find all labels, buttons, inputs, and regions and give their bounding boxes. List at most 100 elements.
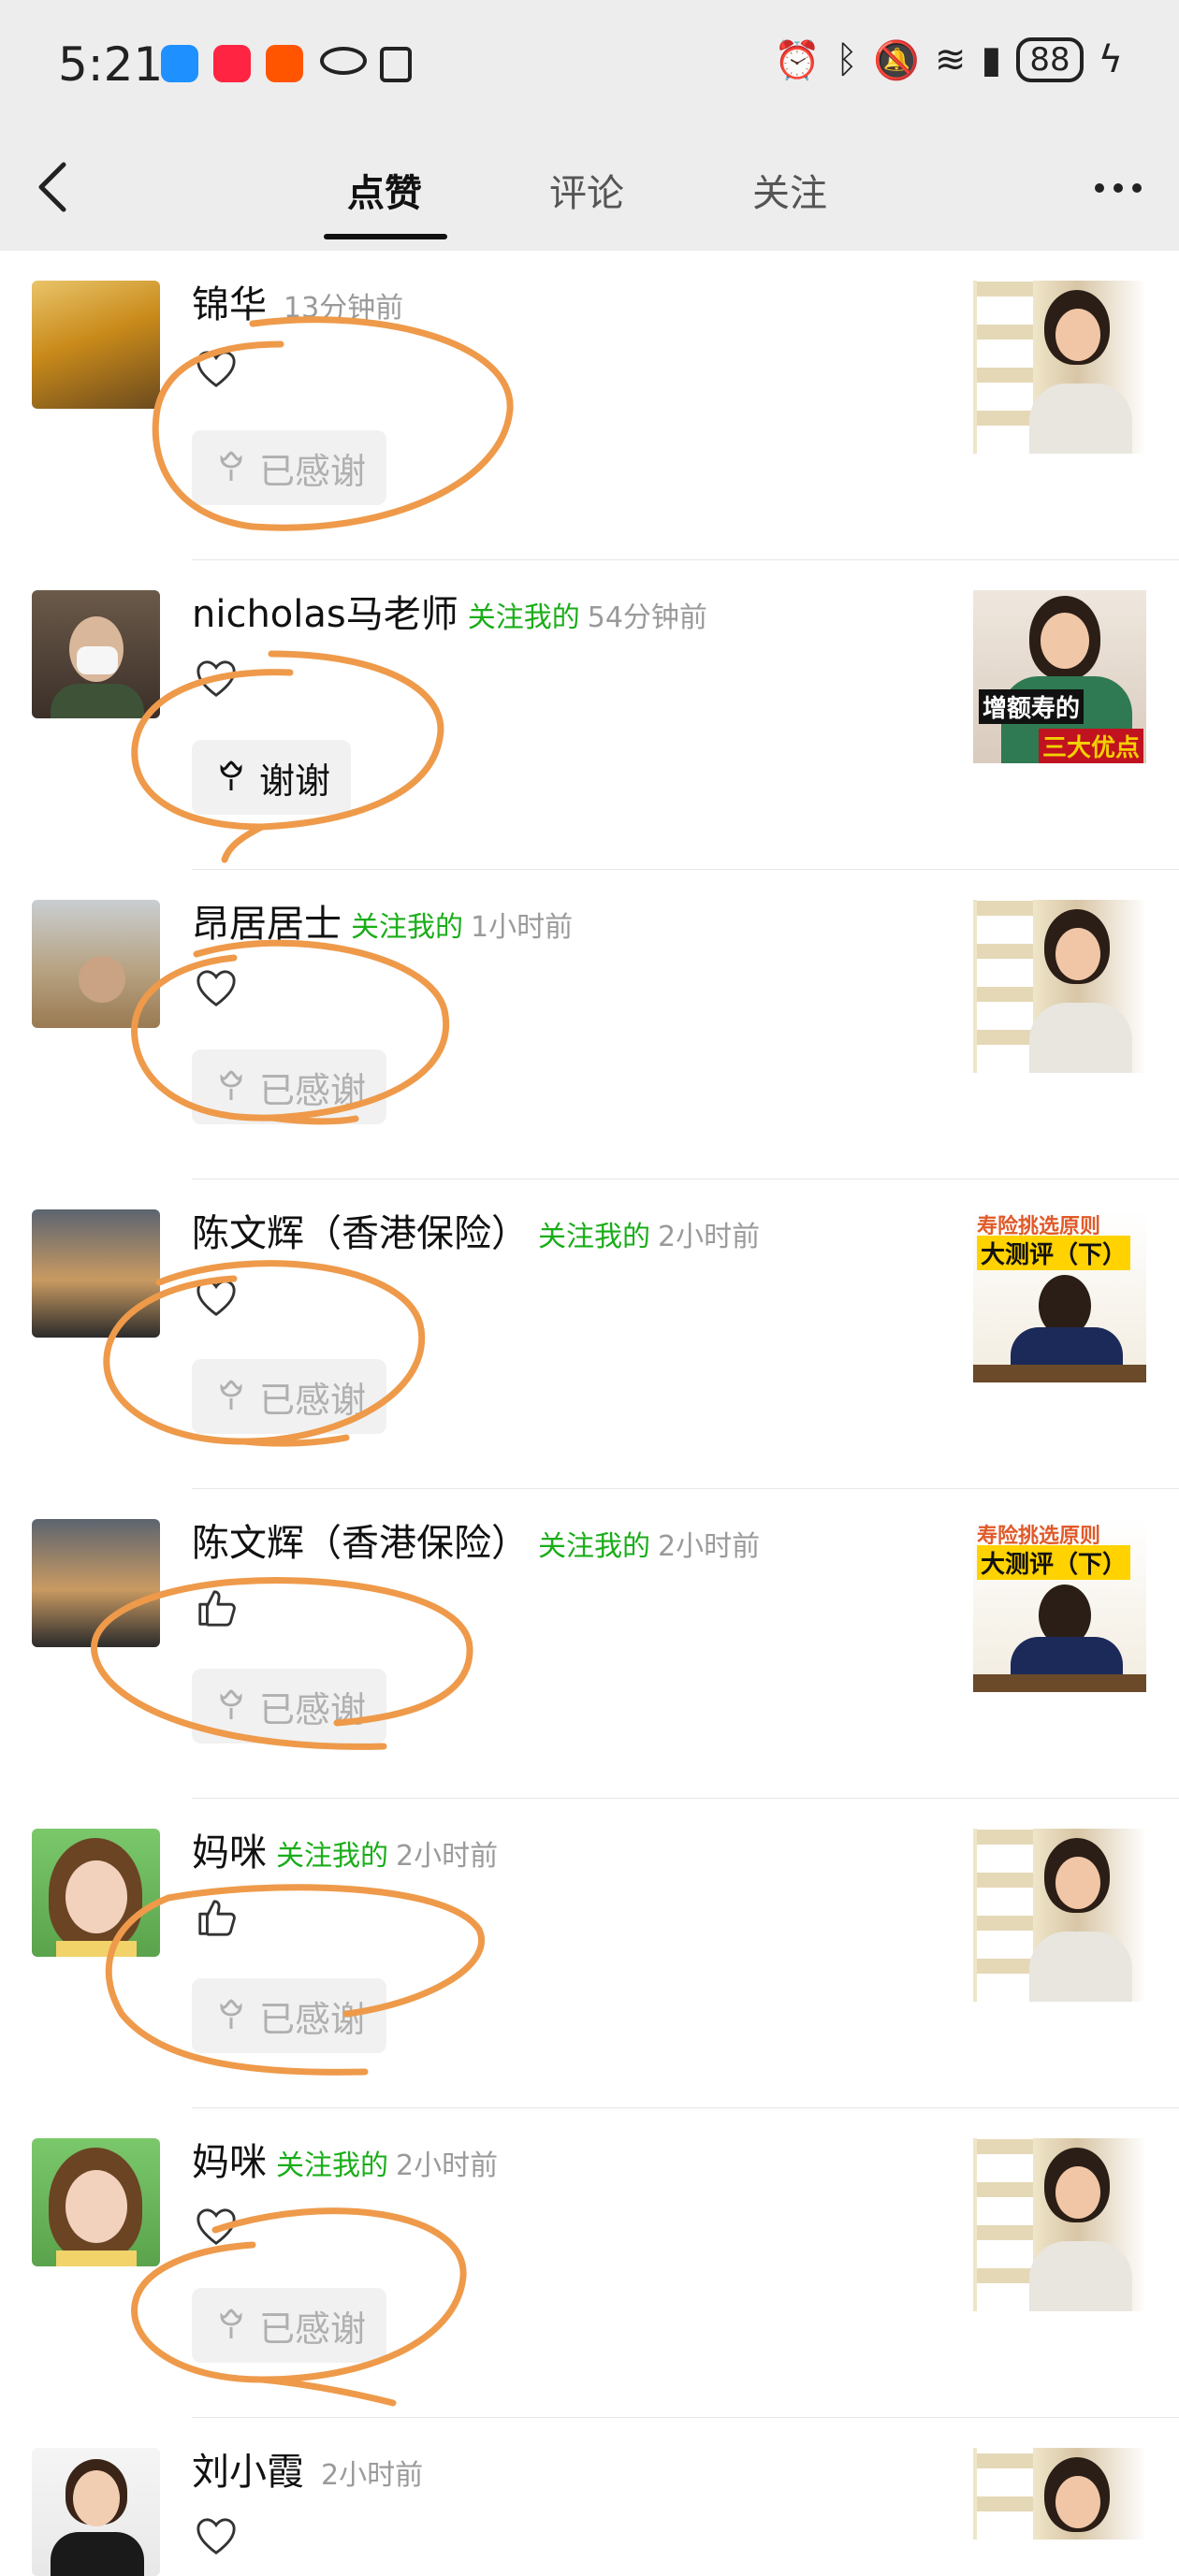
timestamp: 2小时前: [658, 1530, 761, 1563]
more-menu-icon[interactable]: [1095, 183, 1142, 193]
heart-icon: [196, 660, 236, 698]
timestamp: 2小时前: [321, 2459, 424, 2492]
avatar[interactable]: [32, 900, 160, 1028]
nav-bar: 点赞 评论 关注: [0, 131, 1179, 251]
follow-badge: 关注我的: [276, 1840, 388, 1873]
tab-likes[interactable]: 点赞: [347, 163, 422, 217]
xiaohongshu-icon: [213, 45, 251, 82]
heart-icon: [196, 1280, 236, 1317]
avatar[interactable]: [32, 1829, 160, 1957]
thanks-button[interactable]: 已感谢: [192, 430, 387, 505]
user-name[interactable]: 陈文辉（香港保险）: [192, 1522, 529, 1565]
thumbnail-caption: 大测评（下）: [977, 1236, 1131, 1270]
thanks-button[interactable]: 已感谢: [192, 1978, 387, 2053]
mute-icon: 🔕: [873, 38, 920, 82]
user-name[interactable]: 妈咪: [192, 1831, 267, 1874]
timestamp: 2小时前: [658, 1221, 761, 1253]
thanks-button[interactable]: 谢谢: [192, 740, 352, 815]
video-thumbnail[interactable]: 增额寿的 三大优点: [973, 590, 1146, 763]
follow-badge: 关注我的: [351, 911, 463, 944]
flower-icon: [220, 1070, 242, 1100]
tab-comments[interactable]: 评论: [549, 163, 624, 217]
thanks-button[interactable]: 已感谢: [192, 1359, 387, 1434]
user-name[interactable]: 刘小霞: [192, 2451, 304, 2494]
thanks-label: 已感谢: [259, 1379, 367, 1421]
timestamp: 2小时前: [396, 2149, 499, 2182]
bluetooth-icon: ᛒ: [836, 38, 858, 81]
hand-drawn-circle: [152, 316, 514, 531]
heart-icon: [196, 970, 236, 1007]
user-name[interactable]: 锦华: [192, 283, 267, 326]
battery-icon: 88: [1016, 37, 1084, 82]
avatar[interactable]: [32, 590, 160, 718]
user-name[interactable]: nicholas马老师: [192, 593, 458, 636]
list-item[interactable]: 昂居居士 关注我的 1小时前 已感谢: [0, 870, 1179, 1179]
thanks-button[interactable]: 已感谢: [192, 1669, 387, 1744]
user-name[interactable]: 妈咪: [192, 2141, 267, 2184]
tab-follows[interactable]: 关注: [752, 163, 827, 217]
thanks-button[interactable]: 已感谢: [192, 1049, 387, 1124]
list-item[interactable]: 妈咪 关注我的 2小时前 已感谢: [0, 1799, 1179, 2108]
follow-badge: 关注我的: [467, 601, 580, 634]
heart-icon: [196, 351, 236, 388]
timestamp: 2小时前: [396, 1840, 499, 1873]
video-thumbnail[interactable]: [973, 900, 1146, 1073]
list-item[interactable]: 锦华 13分钟前 已感谢: [0, 251, 1179, 560]
charging-icon: ϟ: [1098, 38, 1123, 81]
timestamp: 1小时前: [471, 911, 574, 944]
user-name[interactable]: 陈文辉（香港保险）: [192, 1212, 529, 1255]
list-item[interactable]: 刘小霞 2小时前: [0, 2418, 1179, 2576]
video-thumbnail[interactable]: [973, 2138, 1146, 2311]
thumbnail-caption: 三大优点: [1039, 729, 1144, 763]
list-item[interactable]: 陈文辉（香港保险） 关注我的 2小时前 已感谢 寿险挑选原则 大测评（下）: [0, 1179, 1179, 1489]
timestamp: 54分钟前: [587, 601, 707, 634]
avatar[interactable]: [32, 281, 160, 409]
follow-badge: 关注我的: [538, 1221, 650, 1253]
list-item[interactable]: 陈文辉（香港保险） 关注我的 2小时前 已感谢 寿险挑选原则 大测评（下）: [0, 1489, 1179, 1799]
follow-badge: 关注我的: [538, 1530, 650, 1563]
heart-icon: [196, 2208, 236, 2246]
thumbnail-caption: 增额寿的: [979, 689, 1084, 724]
video-thumbnail[interactable]: 寿险挑选原则 大测评（下）: [973, 1519, 1146, 1692]
thumbnail-caption: 大测评（下）: [977, 1545, 1131, 1580]
status-bar: 5:21 ⏰ ᛒ 🔕 ≋ ▮ 88 ϟ: [0, 0, 1179, 131]
thanks-label: 已感谢: [259, 450, 367, 492]
thanks-label: 已感谢: [259, 1069, 367, 1111]
list-item[interactable]: 妈咪 关注我的 2小时前 已感谢: [0, 2108, 1179, 2418]
back-arrow-icon[interactable]: [34, 159, 71, 215]
flower-icon: [220, 2308, 242, 2338]
avatar[interactable]: [32, 1519, 160, 1647]
flower-icon: [220, 1689, 242, 1719]
list-item[interactable]: nicholas马老师 关注我的 54分钟前 谢谢 增额寿的 三大优点: [0, 560, 1179, 870]
likes-list: 锦华 13分钟前 已感谢 nicholas马老师 关注我的 54分钟前 谢谢 增…: [0, 251, 1179, 2576]
video-thumbnail[interactable]: [973, 1829, 1146, 2002]
timestamp: 13分钟前: [284, 292, 404, 325]
follow-badge: 关注我的: [276, 2149, 388, 2182]
status-time: 5:21: [58, 37, 164, 92]
wifi-icon: ≋: [934, 38, 967, 81]
taobao-icon: [266, 45, 303, 82]
video-thumbnail[interactable]: [973, 2448, 1146, 2540]
avatar[interactable]: [32, 2448, 160, 2576]
thanks-button[interactable]: 已感谢: [192, 2288, 387, 2363]
chat-app-icon: [161, 45, 198, 82]
thanks-label: 已感谢: [259, 1998, 367, 2040]
user-name[interactable]: 昂居居士: [192, 903, 342, 946]
thumbs-up-icon: [198, 1590, 236, 1627]
flower-icon: [220, 1380, 242, 1410]
active-tab-indicator: [324, 234, 447, 239]
eye-icon: [320, 47, 367, 75]
signal-icon: ▮: [981, 38, 1002, 81]
flower-icon: [220, 760, 242, 790]
thanks-label: 已感谢: [259, 1688, 367, 1730]
flower-icon: [220, 451, 242, 481]
flower-icon: [220, 1999, 242, 2029]
video-thumbnail[interactable]: [973, 281, 1146, 454]
nfc-icon: [380, 47, 412, 82]
heart-icon: [196, 2518, 236, 2555]
thanks-label: 谢谢: [259, 760, 331, 802]
avatar[interactable]: [32, 2138, 160, 2266]
status-icons: ⏰ ᛒ 🔕 ≋ ▮ 88 ϟ: [774, 37, 1123, 82]
video-thumbnail[interactable]: 寿险挑选原则 大测评（下）: [973, 1209, 1146, 1382]
avatar[interactable]: [32, 1209, 160, 1338]
